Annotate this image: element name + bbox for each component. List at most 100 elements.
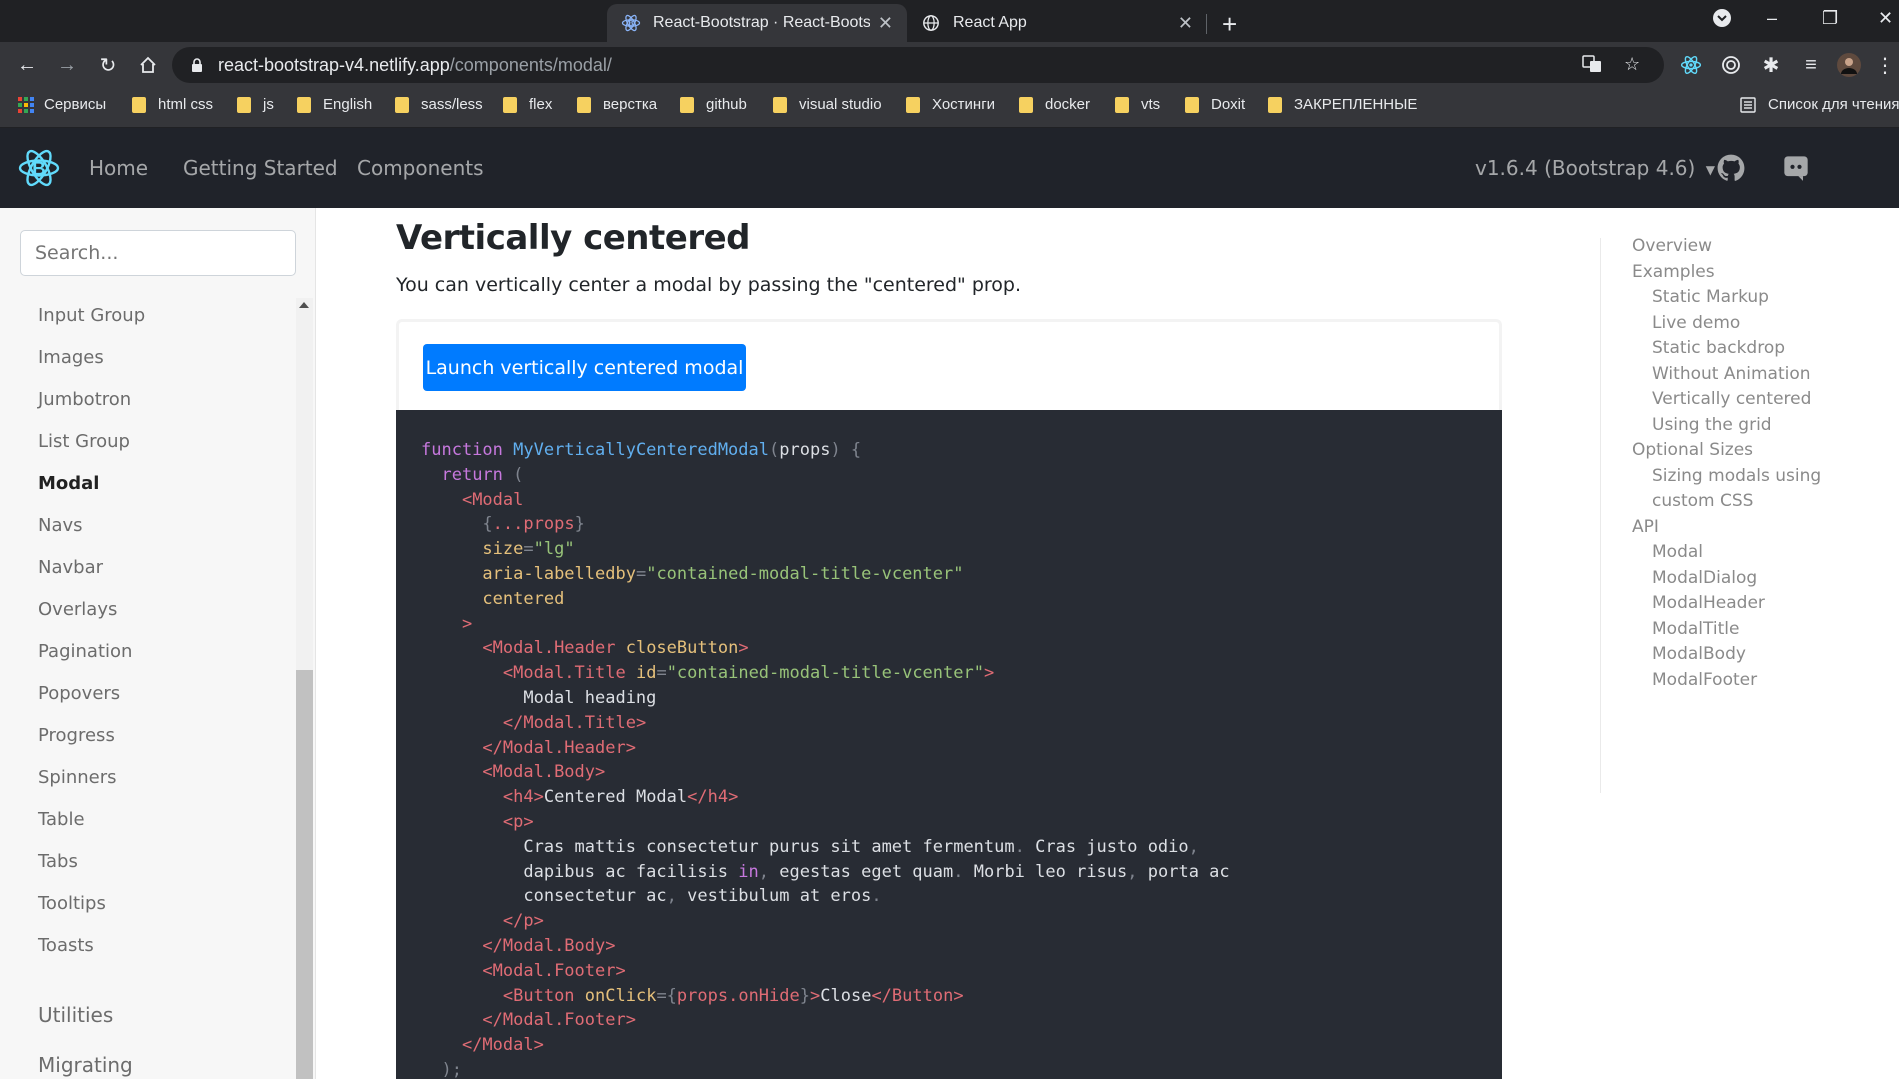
react-bootstrap-logo-icon[interactable]: B [18,147,60,189]
bookmark-folder[interactable]: ЗАКРЕПЛЕННЫЕ [1268,96,1417,113]
bookmark-folder[interactable]: Хостинги [906,96,995,113]
bookmark-label: docker [1045,96,1091,113]
toc-link[interactable]: Live demo [1652,313,1740,333]
browser-menu-icon[interactable]: ⋮ [1872,52,1898,78]
sidebar-item-navbar[interactable]: Navbar [38,557,103,578]
discord-chat-icon[interactable] [1782,154,1810,182]
close-window-icon[interactable]: ✕ [1878,8,1893,29]
code-line: > [421,612,1478,637]
sidebar-item-overlays[interactable]: Overlays [38,599,117,620]
bookmark-star-icon[interactable]: ☆ [1624,54,1640,75]
bookmark-folder[interactable]: docker [1019,96,1090,113]
toc-link[interactable]: Sizing modals using [1652,466,1821,486]
sidebar-item-popovers[interactable]: Popovers [38,683,120,704]
sidebar-item-tooltips[interactable]: Tooltips [38,893,106,914]
bookmark-folder[interactable]: English [297,96,372,113]
sidebar-item-table[interactable]: Table [38,809,85,830]
restore-window-icon[interactable]: ❐ [1822,8,1838,29]
toc-link[interactable]: Vertically centered [1652,389,1811,409]
code-token: , [1188,836,1199,857]
toc-link[interactable]: Static backdrop [1652,338,1785,358]
code-token: "lg" [533,539,575,560]
bookmark-folder[interactable]: vts [1115,96,1160,113]
toc-link[interactable]: ModalHeader [1652,593,1765,613]
version-dropdown[interactable]: v1.6.4 (Bootstrap 4.6) ▼ [1475,156,1715,180]
bookmark-folder[interactable]: верстка [577,96,657,113]
github-icon[interactable] [1717,154,1745,182]
toc-link[interactable]: custom CSS [1652,491,1753,511]
toc-link[interactable]: Examples [1632,262,1715,282]
toc-link[interactable]: Overview [1632,236,1712,256]
extensions-puzzle-icon[interactable]: ✱ [1758,52,1784,78]
browser-tab[interactable]: React App ✕ [907,4,1207,42]
sidebar-item-toasts[interactable]: Toasts [38,935,94,956]
toc-link[interactable]: ModalFooter [1652,670,1757,690]
sidebar-item-list-group[interactable]: List Group [38,431,130,452]
tab-search-icon[interactable] [1712,8,1732,33]
toc-link[interactable]: Modal [1652,542,1703,562]
code-token: props.onHide [676,985,800,1006]
close-tab-icon[interactable]: ✕ [878,13,893,34]
forward-arrow-icon[interactable]: → [54,52,80,78]
sidebar-scrollbar-thumb[interactable] [296,670,313,1079]
toc-link[interactable]: ModalTitle [1652,619,1739,639]
launch-modal-button[interactable]: Launch vertically centered modal [423,344,746,391]
code-token: , [758,861,770,882]
sidebar-item-progress[interactable]: Progress [38,725,115,746]
address-bar[interactable]: react-bootstrap-v4.netlify.app/component… [172,47,1664,83]
bookmark-folder[interactable]: js [237,96,274,113]
sidebar-item-input-group[interactable]: Input Group [38,305,145,326]
bookmark-folder[interactable]: sass/less [395,96,483,113]
sidebar-item-jumbotron[interactable]: Jumbotron [38,389,131,410]
code-token: Cras mattis consectetur purus sit amet f… [421,836,1015,857]
folder-icon [1115,96,1129,113]
bookmark-folder[interactable]: flex [503,96,552,113]
profile-avatar[interactable] [1836,52,1862,78]
sidebar-section-migrating[interactable]: Migrating [38,1053,133,1077]
nav-home-link[interactable]: Home [89,156,148,180]
back-arrow-icon[interactable]: ← [14,52,40,78]
nav-components-link[interactable]: Components [357,156,484,180]
toc-link[interactable]: Static Markup [1652,287,1769,307]
react-devtools-icon[interactable] [1678,52,1704,78]
sidebar-item-spinners[interactable]: Spinners [38,767,117,788]
browser-tab-active[interactable]: B React-Bootstrap · React-Bootstrap ✕ [607,4,907,42]
folder-icon [395,96,409,113]
bookmark-folder[interactable]: github [680,96,747,113]
close-tab-icon[interactable]: ✕ [1178,13,1193,34]
media-control-icon[interactable]: ≡ [1798,52,1824,78]
toc-link[interactable]: API [1632,517,1659,537]
folder-icon [577,96,591,113]
code-editor[interactable]: function MyVerticallyCenteredModal(props… [396,410,1502,1079]
toc-link[interactable]: Without Animation [1652,364,1811,384]
sidebar-item-images[interactable]: Images [38,347,104,368]
toc-link[interactable]: ModalBody [1652,644,1746,664]
nav-getting-started-link[interactable]: Getting Started [183,156,338,180]
bookmark-folder[interactable]: visual studio [773,96,882,113]
reading-list-button[interactable]: Список для чтения [1740,96,1899,113]
bookmark-folder[interactable]: html css [132,96,213,113]
reload-icon[interactable]: ↻ [95,52,121,78]
sidebar-item-modal[interactable]: Modal [38,473,99,494]
lock-icon[interactable] [190,57,204,73]
sidebar-search-input[interactable] [20,230,296,276]
sidebar-item-navs[interactable]: Navs [38,515,83,536]
new-tab-button[interactable]: + [1222,9,1237,40]
translate-icon[interactable] [1582,54,1602,79]
sidebar-section-utilities[interactable]: Utilities [38,1003,113,1027]
toc-link[interactable]: ModalDialog [1652,568,1757,588]
sidebar-item-pagination[interactable]: Pagination [38,641,132,662]
minimize-window-icon[interactable]: – [1767,8,1777,29]
toc-link[interactable]: Optional Sizes [1632,440,1753,460]
home-icon[interactable] [135,52,161,78]
code-token: ) { [830,440,862,460]
code-token: . [871,886,882,907]
extension-target-icon[interactable] [1718,52,1744,78]
bookmark-folder[interactable]: Doxit [1185,96,1245,113]
sidebar-item-tabs[interactable]: Tabs [38,851,78,872]
toc-link[interactable]: Using the grid [1652,415,1772,435]
scroll-up-arrow-icon[interactable] [299,302,309,308]
bookmark-apps[interactable]: Сервисы [18,96,106,113]
